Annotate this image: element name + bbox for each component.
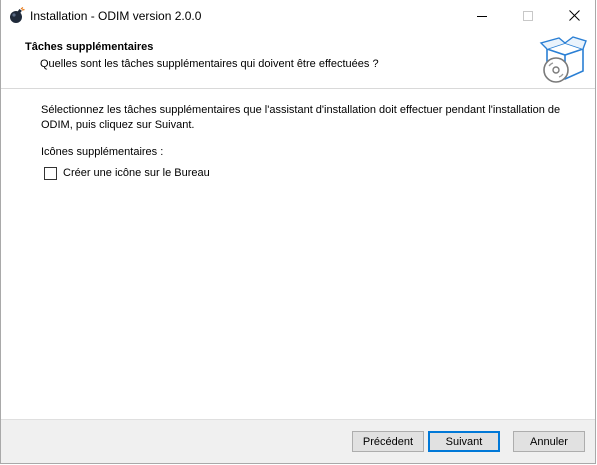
cancel-button[interactable]: Annuler (513, 431, 585, 452)
wizard-header: Tâches supplémentaires Quelles sont les … (1, 31, 595, 89)
desktop-icon-checkbox[interactable] (44, 166, 57, 180)
installer-window: Installation - ODIM version 2.0.0 Tâches… (0, 0, 596, 464)
install-box-disc-icon (539, 35, 587, 85)
minimize-icon (477, 11, 487, 21)
close-icon (568, 10, 580, 21)
desktop-icon-task-label[interactable]: Créer une icône sur le Bureau (63, 167, 210, 179)
minimize-button[interactable] (459, 0, 505, 31)
additional-icons-label: Icônes supplémentaires : (41, 146, 164, 158)
page-subtitle: Quelles sont les tâches supplémentaires … (40, 58, 379, 70)
desktop-icon-task[interactable]: Créer une icône sur le Bureau (44, 165, 210, 181)
back-button[interactable]: Précédent (352, 431, 424, 452)
page-title: Tâches supplémentaires (25, 41, 154, 53)
window-title: Installation - ODIM version 2.0.0 (30, 9, 202, 23)
close-button[interactable] (551, 0, 597, 31)
next-button[interactable]: Suivant (428, 431, 500, 452)
title-bar[interactable]: Installation - ODIM version 2.0.0 (1, 0, 595, 31)
wizard-footer: Précédent Suivant Annuler (1, 419, 595, 463)
maximize-button[interactable] (505, 0, 551, 31)
bomb-icon (8, 7, 25, 24)
maximize-icon (523, 10, 533, 21)
page-description: Sélectionnez les tâches supplémentaires … (41, 104, 561, 131)
